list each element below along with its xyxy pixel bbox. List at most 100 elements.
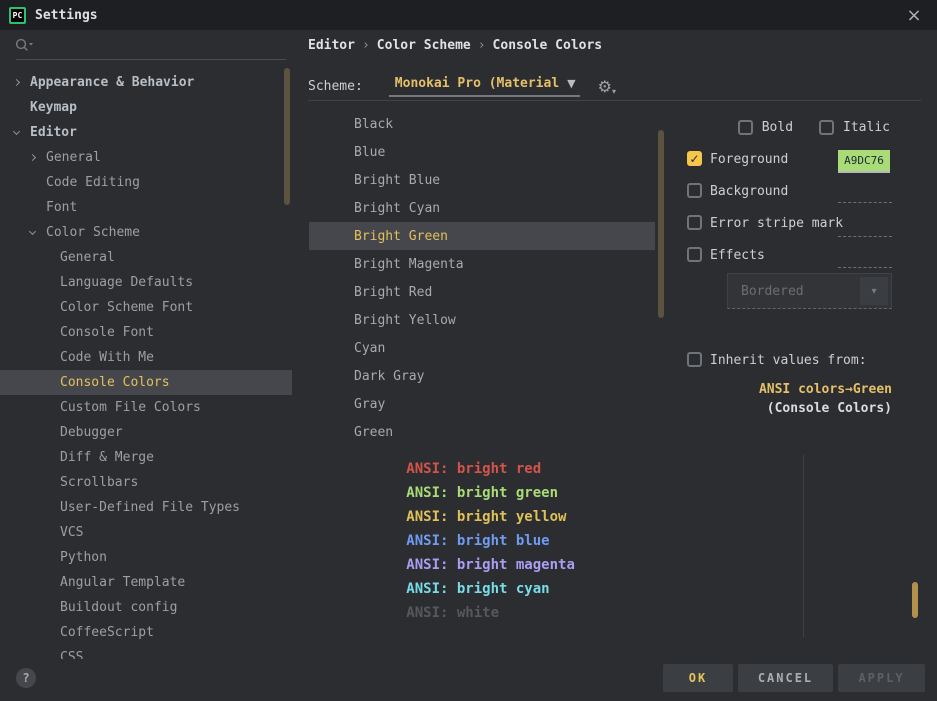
tree-item[interactable]: Font: [0, 195, 292, 220]
tree-item[interactable]: General: [0, 245, 292, 270]
color-list-item[interactable]: Bright Yellow: [309, 306, 655, 334]
content-scrollbar-thumb[interactable]: [912, 582, 918, 618]
ok-button[interactable]: OK: [663, 664, 733, 692]
color-list-item-label: Dark Gray: [354, 369, 424, 384]
tree-item[interactable]: Keymap: [0, 95, 292, 120]
color-list-item-label: Bright Red: [354, 285, 432, 300]
breadcrumb-console-colors: Console Colors: [493, 38, 603, 53]
bold-option: Bold: [738, 120, 793, 135]
preview-line-text: ANSI: bright blue: [406, 533, 549, 549]
tree-item-label: CSS: [60, 650, 83, 659]
tree-item[interactable]: Color Scheme Font: [0, 295, 292, 320]
color-list-item-label: Blue: [354, 145, 385, 160]
effects-checkbox[interactable]: [687, 247, 702, 262]
tree-item[interactable]: Code With Me: [0, 345, 292, 370]
tree-item[interactable]: Console Font: [0, 320, 292, 345]
color-list-item[interactable]: Bright Cyan: [309, 194, 655, 222]
search-underline: [16, 59, 286, 60]
color-list-item[interactable]: Bright Green: [309, 222, 655, 250]
scheme-value: Monokai Pro (Material: [395, 76, 559, 91]
gear-icon[interactable]: ⚙▾: [598, 77, 616, 96]
inherit-checkbox[interactable]: [687, 352, 702, 367]
foreground-color-swatch[interactable]: A9DC76: [838, 150, 890, 171]
tree-item[interactable]: Appearance & Behavior: [0, 70, 292, 95]
scheme-label: Scheme:: [308, 79, 363, 94]
color-list-item[interactable]: Bright Blue: [309, 166, 655, 194]
tree-item-label: VCS: [60, 525, 83, 540]
breadcrumb-color-scheme: Color Scheme: [377, 38, 471, 53]
tree-item[interactable]: CSS: [0, 645, 292, 659]
tree-item[interactable]: Console Colors: [0, 370, 292, 395]
tree-item[interactable]: Angular Template: [0, 570, 292, 595]
color-list-item-label: Cyan: [354, 341, 385, 356]
tree-item[interactable]: Scrollbars: [0, 470, 292, 495]
tree-item[interactable]: Diff & Merge: [0, 445, 292, 470]
foreground-checkbox[interactable]: ✓: [687, 151, 702, 166]
preview-line-text: ANSI: white: [406, 605, 499, 621]
effects-type-select[interactable]: Bordered ▾: [727, 273, 892, 309]
tree-item[interactable]: General: [0, 145, 292, 170]
close-icon[interactable]: ×: [901, 3, 927, 27]
breadcrumb-separator-icon: ›: [362, 38, 370, 53]
inherit-source-link[interactable]: ANSI colors→Green: [759, 380, 892, 399]
help-icon[interactable]: ?: [16, 668, 36, 688]
tree-item[interactable]: Custom File Colors: [0, 395, 292, 420]
background-checkbox[interactable]: [687, 183, 702, 198]
bold-checkbox[interactable]: [738, 120, 753, 135]
tree-item-label: Angular Template: [60, 575, 185, 590]
tree-item-label: Language Defaults: [60, 275, 193, 290]
cancel-button[interactable]: CANCEL: [738, 664, 833, 692]
inherit-source: ANSI colors→Green (Console Colors): [759, 380, 892, 418]
scheme-row: Scheme: Monokai Pro (Material ▼ ⚙▾: [308, 76, 616, 97]
color-list-item[interactable]: Green: [309, 418, 655, 446]
tree-item[interactable]: VCS: [0, 520, 292, 545]
settings-sidebar: Appearance & Behavior Keymap Editor Gene…: [0, 30, 292, 701]
tree-item[interactable]: CoffeeScript: [0, 620, 292, 645]
color-list-item[interactable]: Black: [309, 110, 655, 138]
tree-item[interactable]: Debugger: [0, 420, 292, 445]
header-divider: [308, 100, 921, 101]
tree-item[interactable]: User-Defined File Types: [0, 495, 292, 520]
font-style-row: Bold Italic: [738, 120, 890, 135]
chevron-icon[interactable]: [12, 131, 30, 134]
color-list-item[interactable]: Dark Gray: [309, 362, 655, 390]
sidebar-scrollbar-thumb[interactable]: [284, 68, 290, 205]
tree-item-label: CoffeeScript: [60, 625, 154, 640]
color-list-item[interactable]: Bright Red: [309, 278, 655, 306]
tree-item[interactable]: Language Defaults: [0, 270, 292, 295]
error-stripe-color-field[interactable]: [838, 236, 892, 237]
tree-item-label: Code With Me: [60, 350, 154, 365]
main-panel: Editor›Color Scheme›Console Colors Schem…: [292, 30, 937, 701]
chevron-icon[interactable]: [28, 231, 46, 234]
color-list-item[interactable]: Cyan: [309, 334, 655, 362]
preview-line: ANSI: bright red: [322, 444, 792, 457]
tree-item[interactable]: Buildout config: [0, 595, 292, 620]
error-stripe-checkbox[interactable]: [687, 215, 702, 230]
scheme-select[interactable]: Monokai Pro (Material ▼: [389, 76, 580, 97]
tree-item[interactable]: Code Editing: [0, 170, 292, 195]
search-bar: [0, 30, 292, 60]
color-list-item[interactable]: Bright Magenta: [309, 250, 655, 278]
chevron-icon[interactable]: [12, 80, 30, 85]
tree-item-label: Color Scheme Font: [60, 300, 193, 315]
color-list-item-label: Bright Cyan: [354, 201, 440, 216]
tree-item-label: Debugger: [60, 425, 123, 440]
color-list-scrollbar-thumb[interactable]: [658, 130, 664, 318]
color-list-item-label: Bright Blue: [354, 173, 440, 188]
italic-checkbox[interactable]: [819, 120, 834, 135]
background-color-field[interactable]: [838, 202, 892, 203]
tree-item-label: General: [60, 250, 115, 265]
color-list-item[interactable]: Blue: [309, 138, 655, 166]
color-list-item-label: Bright Magenta: [354, 257, 464, 272]
tree-item[interactable]: Python: [0, 545, 292, 570]
effects-color-field[interactable]: [838, 267, 892, 268]
effects-label: Effects: [710, 248, 765, 263]
bold-label: Bold: [762, 120, 793, 135]
apply-button[interactable]: APPLY: [838, 664, 925, 692]
tree-item[interactable]: Editor: [0, 120, 292, 145]
settings-search-input[interactable]: [40, 33, 270, 55]
tree-item[interactable]: Color Scheme: [0, 220, 292, 245]
preview-divider: [803, 455, 804, 637]
chevron-icon[interactable]: [28, 155, 46, 160]
color-list-item[interactable]: Gray: [309, 390, 655, 418]
